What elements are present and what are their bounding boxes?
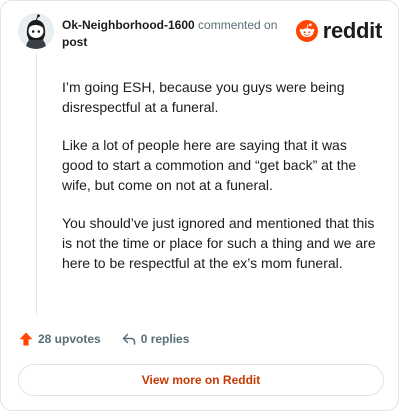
thread-line[interactable]: [36, 53, 37, 315]
reply-arrow-icon: [122, 333, 135, 345]
reddit-snoo-icon: [295, 20, 318, 42]
embedded-comment-card: Ok-Neighborhood-1600 commented on post r…: [0, 0, 399, 411]
upvote-button[interactable]: 28 upvotes: [18, 331, 101, 347]
comment-body: I’m going ESH, because you guys were bei…: [62, 77, 380, 291]
upvote-arrow-icon: [19, 332, 33, 346]
user-avatar[interactable]: [18, 13, 54, 49]
commented-on-label: commented on: [198, 18, 278, 32]
comment-paragraph: I’m going ESH, because you guys were bei…: [62, 79, 345, 115]
comment-actions: 28 upvotes 0 replies: [18, 331, 189, 347]
view-more-button[interactable]: View more on Reddit: [18, 364, 384, 396]
post-link[interactable]: post: [62, 35, 87, 49]
replies-button[interactable]: 0 replies: [121, 331, 190, 347]
reddit-logo[interactable]: reddit: [295, 18, 383, 43]
snoo-avatar-icon: [18, 13, 54, 49]
comment-paragraph: Like a lot of people here are saying tha…: [62, 137, 357, 193]
comment-paragraph: You should’ve just ignored and mentioned…: [62, 215, 376, 271]
reply-count: 0 replies: [140, 332, 190, 346]
comment-header: Ok-Neighborhood-1600 commented on post: [62, 17, 302, 51]
username[interactable]: Ok-Neighborhood-1600: [62, 18, 195, 32]
upvote-count: 28 upvotes: [38, 332, 101, 346]
reddit-wordmark: reddit: [322, 18, 383, 43]
